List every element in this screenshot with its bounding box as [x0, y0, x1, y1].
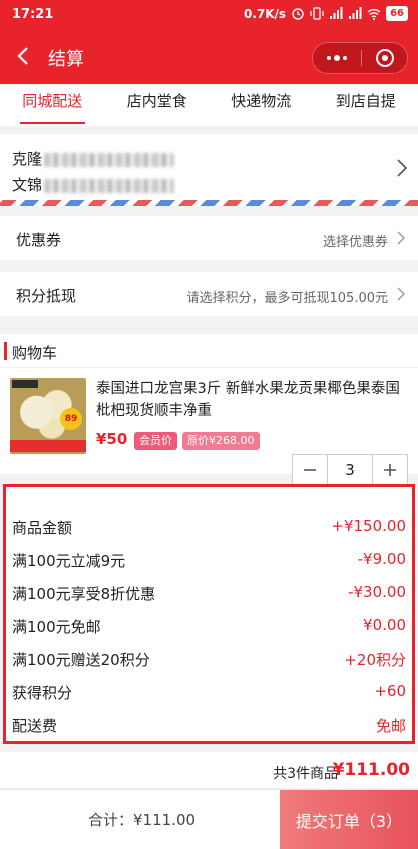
- points-label: 积分抵现: [16, 287, 77, 305]
- status-time: 17:21: [12, 7, 54, 22]
- tab-express[interactable]: 快递物流: [209, 84, 314, 126]
- cart-section: 购物车 89 泰国进口龙宫果3斤 新鲜水果龙贡果椰色果泰国枇杷现货顺丰净重 ¥5…: [0, 334, 418, 486]
- summary-value: +¥150.00: [331, 517, 406, 535]
- chevron-right-icon: [396, 230, 406, 246]
- address-name-line: 克隆: [12, 148, 175, 169]
- address-card[interactable]: 克隆 文锦: [0, 134, 418, 206]
- tab-same-city[interactable]: 同城配送: [0, 84, 105, 126]
- redacted-contact: [44, 152, 175, 167]
- network-speed: 0.7K/s: [243, 6, 287, 21]
- summary-value: -¥9.00: [357, 550, 406, 568]
- summary-label: 商品金额: [12, 519, 73, 537]
- address-detail: 文锦: [12, 176, 43, 194]
- summary-value: +60: [374, 682, 406, 700]
- tab-dine-in[interactable]: 店内堂食: [105, 84, 210, 126]
- battery-icon: 66: [386, 6, 408, 21]
- member-price-tag: 会员价: [134, 432, 177, 450]
- product-price: ¥50: [96, 430, 128, 448]
- summary-value: 免邮: [375, 717, 406, 735]
- vibrate-icon: [310, 7, 324, 20]
- coupon-value: 选择优惠券: [322, 235, 388, 250]
- chevron-right-icon: [396, 286, 406, 302]
- summary-value: ¥0.00: [363, 616, 406, 634]
- mini-program-capsule: [312, 42, 408, 74]
- summary-label: 满100元免邮: [12, 618, 101, 636]
- quantity-value[interactable]: 3: [327, 455, 373, 485]
- address-detail-line: 文锦: [12, 174, 175, 195]
- summary-row: 获得积分 +60: [12, 680, 406, 704]
- chevron-right-icon: [396, 158, 408, 178]
- back-arrow-icon[interactable]: [12, 44, 36, 68]
- price-summary: 商品金额 +¥150.00 满100元立减9元 -¥9.00 满100元享受8折…: [3, 484, 415, 744]
- product-banner: [10, 440, 86, 452]
- brand-tag: [12, 380, 38, 388]
- summary-label: 配送费: [12, 717, 58, 735]
- total-row: 共3件商品 ¥111.00: [0, 752, 418, 788]
- price-badge: 89: [60, 408, 82, 430]
- summary-row: 满100元享受8折优惠 -¥30.00: [12, 581, 406, 605]
- nav-bar: 结算: [0, 30, 418, 84]
- submit-order-button[interactable]: 提交订单（3）: [280, 790, 418, 849]
- page-title: 结算: [48, 49, 84, 70]
- summary-row: 满100元立减9元 -¥9.00: [12, 548, 406, 572]
- status-bar: 17:21 0.7K/s 66: [0, 0, 418, 30]
- close-target-icon[interactable]: [361, 43, 409, 73]
- summary-row: 满100元赠送20积分 +20积分: [12, 647, 406, 671]
- cart-title: 购物车: [12, 344, 58, 362]
- points-row[interactable]: 积分抵现 请选择积分，最多可抵现105.00元: [0, 272, 418, 316]
- summary-label: 满100元赠送20积分: [12, 651, 150, 669]
- summary-value: -¥30.00: [348, 583, 406, 601]
- total-amount: ¥111.00: [332, 760, 410, 780]
- summary-label: 获得积分: [12, 684, 73, 702]
- status-icons: 0.7K/s 66: [244, 6, 408, 21]
- product-name: 泰国进口龙宫果3斤 新鲜水果龙贡果椰色果泰国枇杷现货顺丰净重: [96, 381, 400, 419]
- airmail-border: [0, 200, 418, 206]
- more-dots-icon[interactable]: [313, 43, 361, 73]
- alarm-icon: [291, 7, 305, 20]
- signal-icon: [329, 7, 343, 20]
- summary-row: 满100元免邮 ¥0.00: [12, 614, 406, 638]
- original-price-tag: 原价¥268.00: [182, 432, 260, 450]
- quantity-stepper: 3: [292, 454, 408, 486]
- summary-label: 满100元立减9元: [12, 552, 126, 570]
- plus-button[interactable]: [373, 455, 407, 485]
- redacted-address: [44, 178, 175, 193]
- tab-pickup[interactable]: 到店自提: [314, 84, 418, 126]
- wifi-icon: [367, 7, 381, 20]
- summary-row: 配送费 免邮: [12, 713, 406, 737]
- summary-value: +20积分: [344, 651, 406, 669]
- summary-label: 满100元享受8折优惠: [12, 585, 156, 603]
- item-count: 共3件商品: [273, 766, 338, 782]
- product-image[interactable]: 89: [10, 378, 86, 454]
- delivery-tabs: 同城配送 店内堂食 快递物流 到店自提: [0, 84, 418, 126]
- points-value: 请选择积分，最多可抵现105.00元: [186, 291, 389, 306]
- coupon-row[interactable]: 优惠券 选择优惠券: [0, 216, 418, 260]
- checkout-bar: 合计：¥111.00 提交订单（3）: [0, 789, 418, 849]
- signal-icon-2: [348, 7, 362, 20]
- footer-total: 合计：¥111.00: [88, 811, 196, 829]
- minus-button[interactable]: [293, 455, 327, 485]
- coupon-label: 优惠券: [16, 231, 62, 249]
- address-name: 克隆: [12, 150, 43, 168]
- cart-header: 购物车: [0, 334, 418, 368]
- summary-row: 商品金额 +¥150.00: [12, 515, 406, 539]
